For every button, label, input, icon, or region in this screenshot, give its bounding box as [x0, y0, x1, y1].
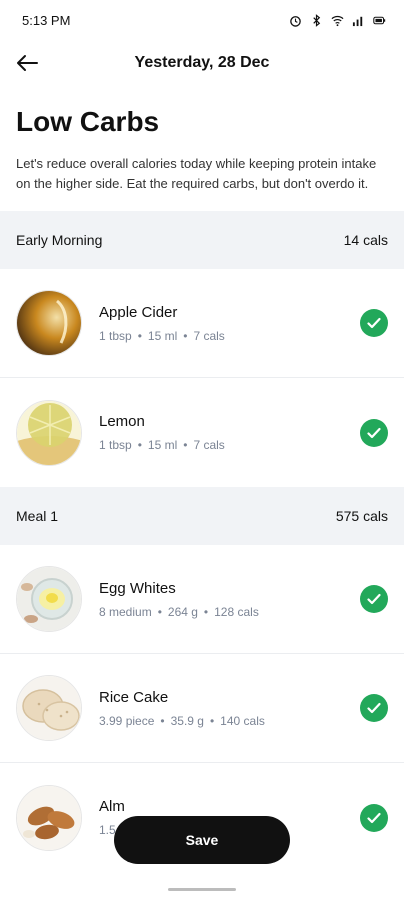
section-list-early-morning: Apple Cider 1 tbsp • 15 ml • 7 cals Lemon 1 … [0, 269, 404, 487]
section-name: Meal 1 [16, 508, 59, 524]
date-title: Yesterday, 28 Dec [134, 54, 270, 71]
bluetooth-icon [313, 13, 321, 27]
food-image-apple-cider [16, 290, 82, 356]
food-meta: 8 medium • 264 g • 128 cals [99, 604, 259, 619]
food-name: Rice Cake [99, 688, 169, 706]
signal-icon [352, 16, 363, 26]
food-name: Lemon [99, 413, 145, 430]
alarm-icon [290, 15, 301, 27]
status-bar: 5:13 PM [0, 0, 404, 40]
back-button[interactable] [14, 50, 40, 76]
food-name: Egg Whites [99, 579, 176, 597]
section-cals: 575 cals [335, 508, 388, 524]
food-image-egg-whites [16, 566, 82, 632]
food-item-egg-whites[interactable]: Egg Whites 8 medium • 264 g • 128 cals [0, 545, 404, 654]
check-icon[interactable] [360, 418, 388, 447]
food-image-rice-cake [16, 675, 82, 741]
check-icon[interactable] [360, 309, 388, 337]
home-indicator [168, 888, 236, 891]
arrow-left-icon [17, 55, 38, 71]
food-meta: 1 tbsp • 15 ml • 7 cals [99, 328, 225, 343]
check-icon[interactable] [360, 803, 388, 832]
food-image-almonds [16, 784, 82, 851]
section-header-early-morning: Early Morning 14 cals [0, 211, 404, 269]
section-cals: 14 cals [343, 232, 388, 248]
status-time: 5:13 PM [22, 12, 71, 28]
food-item-lemon[interactable]: Lemon 1 tbsp • 15 ml • 7 cals [0, 378, 404, 487]
wifi-icon [331, 15, 344, 26]
plan-title: Low Carbs [16, 106, 160, 137]
food-item-apple-cider[interactable]: Apple Cider 1 tbsp • 15 ml • 7 cals [0, 269, 404, 378]
battery-icon [373, 16, 386, 24]
save-button[interactable]: Save [114, 816, 290, 864]
food-meta: 1 tbsp • 15 ml • 7 cals [99, 438, 225, 452]
check-icon[interactable] [360, 585, 388, 613]
section-name: Early Morning [16, 232, 103, 248]
check-icon[interactable] [360, 694, 388, 722]
food-name: Apple Cider [99, 303, 178, 321]
food-meta: 3.99 piece • 35.9 g • 140 cals [99, 713, 265, 728]
food-name: Alm [99, 798, 125, 815]
food-image-lemon [16, 399, 82, 466]
food-item-rice-cake[interactable]: Rice Cake 3.99 piece • 35.9 g • 140 cals [0, 654, 404, 763]
top-bar: Yesterday, 28 Dec [0, 40, 404, 86]
status-icons [289, 13, 386, 27]
section-header-meal-1: Meal 1 575 cals [0, 487, 404, 545]
plan-description: Let's reduce overall calories today whil… [16, 156, 377, 191]
